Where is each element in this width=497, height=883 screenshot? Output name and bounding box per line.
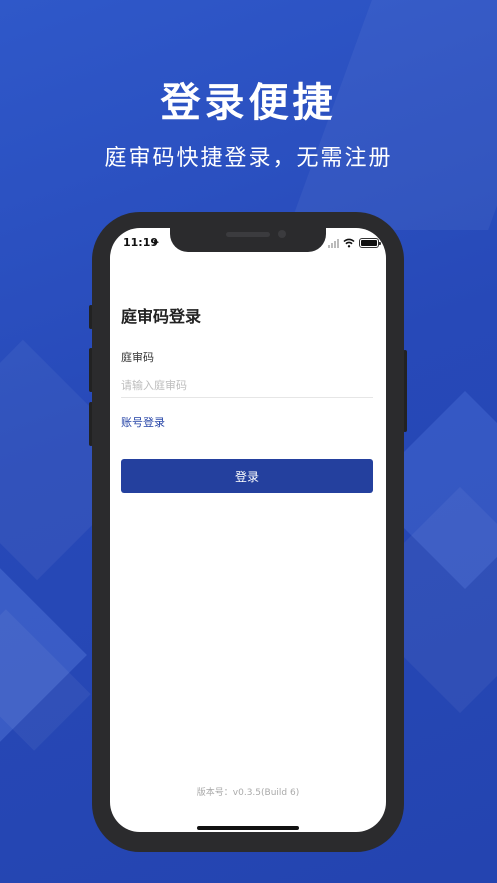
battery-icon (359, 238, 381, 248)
trial-code-input[interactable] (121, 374, 373, 398)
status-icons (328, 236, 381, 248)
signal-icon (328, 239, 339, 248)
phone-notch (170, 226, 326, 252)
promo-headline: 登录便捷 (160, 80, 337, 126)
home-indicator (197, 826, 299, 830)
location-arrow-icon: ➤ (152, 238, 160, 248)
version-text: 版本号：v0.3.5(Build 6) (196, 788, 300, 798)
promo-subline: 庭审码快捷登录，无需注册 (104, 146, 393, 171)
wifi-icon (343, 238, 355, 248)
page-title: 庭审码登录 (121, 307, 202, 326)
phone-camera (278, 230, 286, 238)
account-login-link[interactable]: 账号登录 (121, 414, 165, 430)
login-button[interactable]: 登录 (121, 459, 373, 493)
trial-code-label: 庭审码 (121, 351, 154, 364)
phone-speaker (226, 232, 270, 237)
